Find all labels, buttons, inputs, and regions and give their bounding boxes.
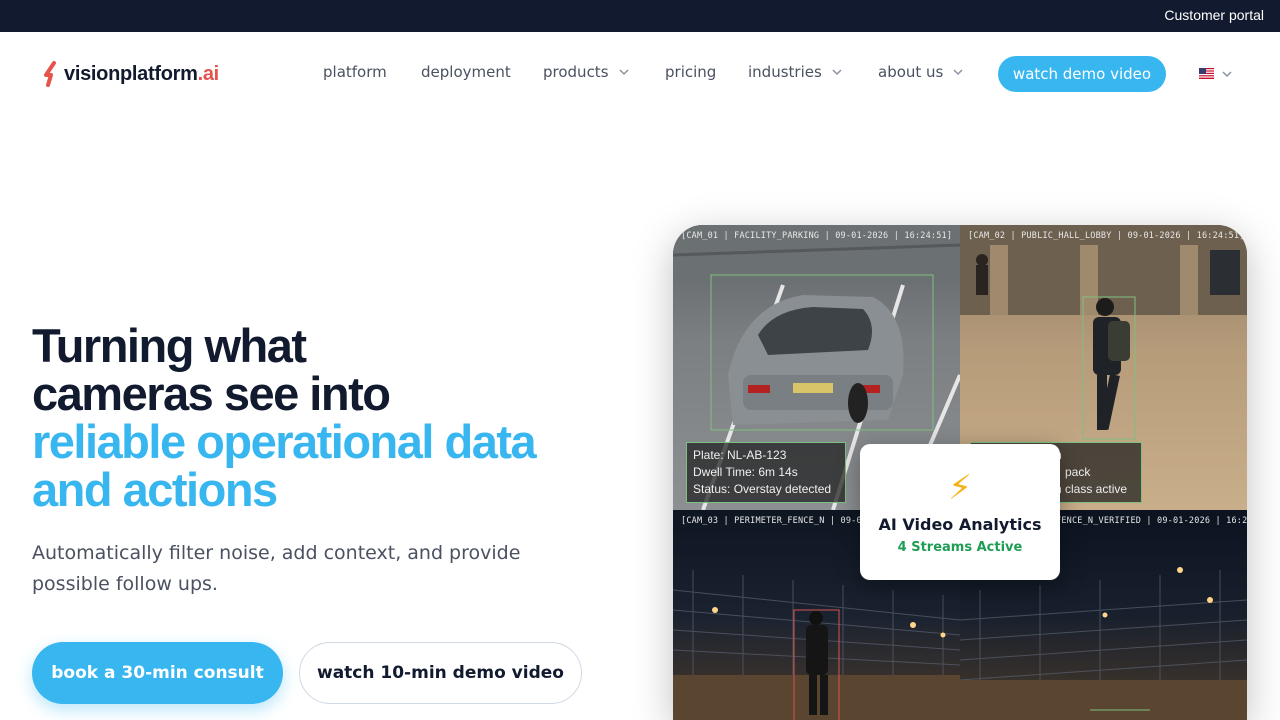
nav-item-platform[interactable]: platform xyxy=(323,63,387,81)
ai-video-analytics-card: ⚡ AI Video Analytics 4 Streams Active xyxy=(860,444,1060,580)
nav-item-deployment[interactable]: deployment xyxy=(421,63,511,81)
nav-item-pricing[interactable]: pricing xyxy=(665,63,716,81)
chevron-down-icon xyxy=(832,69,842,76)
brand-suffix: .ai xyxy=(197,62,220,85)
hero-title: Turning what cameras see into reliable o… xyxy=(32,322,632,514)
book-consult-button[interactable]: book a 30-min consult xyxy=(32,642,283,704)
hero-subtitle: Automatically filter noise, add context,… xyxy=(32,542,521,595)
hero-title-highlight: reliable operational data xyxy=(32,415,537,468)
camera-feed-grid: [CAM_01 | FACILITY_PARKING | 09-01-2026 … xyxy=(673,225,1247,720)
customer-portal-link[interactable]: Customer portal xyxy=(1164,7,1264,23)
status-text: Status: Overstay detected xyxy=(693,482,832,496)
nav-item-label: products xyxy=(543,63,609,81)
watch-demo-video-button[interactable]: watch demo video xyxy=(998,56,1166,92)
top-utility-bar: Customer portal xyxy=(0,0,1280,32)
nav-item-label: platform xyxy=(323,63,387,81)
camera-hud-label: [CAM_02 | PUBLIC_HALL_LOBBY | 09-01-2026… xyxy=(968,231,1245,241)
hero-title-line: cameras see into xyxy=(32,367,391,420)
chevron-down-icon xyxy=(953,69,963,76)
camera-hud-label: FENCE_N_VERIFIED | 09-01-2026 | 16:24:52… xyxy=(1056,516,1247,526)
main-navigation: visionplatform .ai platform deployment pr… xyxy=(0,32,1280,116)
brand-name: visionplatform xyxy=(64,62,198,85)
nav-item-label: pricing xyxy=(665,63,717,81)
analytics-card-title: AI Video Analytics xyxy=(878,515,1042,534)
nav-item-label: industries xyxy=(748,63,822,81)
nav-item-industries[interactable]: industries xyxy=(748,63,842,81)
us-flag-icon[interactable] xyxy=(1199,68,1214,79)
chevron-down-icon xyxy=(618,69,629,76)
hero-title-line: Turning what xyxy=(32,319,307,372)
watch-demo-video-secondary-button[interactable]: watch 10-min demo video xyxy=(299,642,582,704)
analytics-card-status: 4 Streams Active xyxy=(897,540,1023,555)
nav-item-about-us[interactable]: about us xyxy=(878,63,963,81)
plate-text: Plate: NL-AB-123 xyxy=(693,448,787,462)
nav-item-products[interactable]: products xyxy=(543,63,629,81)
logo-slash-icon xyxy=(44,61,56,87)
language-chevron-down-icon[interactable] xyxy=(1222,69,1232,79)
camera-hud-label: [CAM_01 | FACILITY_PARKING | 09-01-2026 … xyxy=(681,231,953,241)
brand-logo[interactable]: visionplatform .ai xyxy=(42,60,219,88)
nav-item-label: about us xyxy=(878,63,944,81)
hero-title-highlight: and actions xyxy=(32,463,278,516)
lightning-icon: ⚡ xyxy=(948,468,972,508)
dwell-time-text: Dwell Time: 6m 14s xyxy=(693,465,798,479)
nav-item-label: deployment xyxy=(421,63,511,81)
vehicle-info-panel: Plate: NL-AB-123 Dwell Time: 6m 14s Stat… xyxy=(686,442,846,503)
